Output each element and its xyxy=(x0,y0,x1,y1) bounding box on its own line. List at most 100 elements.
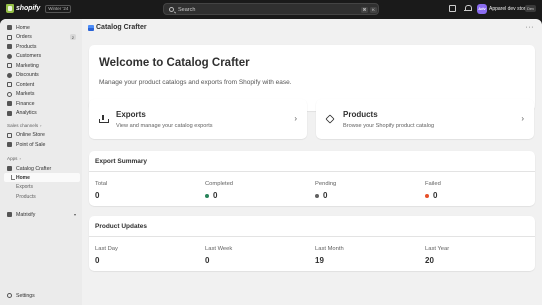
sidebar-item-label: Analytics xyxy=(16,110,37,116)
store-badge: Dev xyxy=(525,5,537,12)
sidebar-item-label: Products xyxy=(16,43,37,50)
sidebar-subitem-exports[interactable]: Exports xyxy=(16,183,33,191)
apps-header[interactable]: Apps › xyxy=(7,156,21,161)
stat-value: 0 xyxy=(323,191,328,200)
content-icon xyxy=(7,82,12,87)
store-avatar[interactable]: Adv xyxy=(477,4,487,14)
sidebar-item-discounts[interactable]: Discounts xyxy=(4,71,80,80)
sales-channels-header[interactable]: Sales channels › xyxy=(7,123,42,128)
bell-icon[interactable] xyxy=(464,5,472,12)
stat-value: 20 xyxy=(425,256,434,265)
sidebar-subitem-home[interactable]: Home xyxy=(11,174,30,182)
sidebar-item-label: Markets xyxy=(16,91,35,97)
top-bar: shopify Winter '24 Search ⌘ K Adv Appare… xyxy=(0,0,542,19)
store-name[interactable]: Apparel dev store xyxy=(489,6,528,12)
shortcut-cmd-key: ⌘ xyxy=(361,6,368,13)
sidebar-item-label: Catalog Crafter xyxy=(16,165,52,172)
stat-value-wrap: 0 xyxy=(425,191,441,200)
sidebar-item-matrixify[interactable]: Matrixify ▾ xyxy=(4,210,80,219)
store-icon xyxy=(7,132,12,138)
welcome-title: Welcome to Catalog Crafter xyxy=(99,57,250,69)
admin-shell: Home Orders 2 Products Customers Marketin… xyxy=(0,19,542,305)
globe-icon xyxy=(7,91,12,97)
sidebar-item-markets[interactable]: Markets xyxy=(4,90,80,99)
sidebar-item-label: Marketing xyxy=(16,62,39,69)
export-summary-title: Export Summary xyxy=(95,158,148,165)
status-dot-gray xyxy=(315,193,319,198)
stat-last-day: Last Day 0 xyxy=(95,246,118,265)
sidebar-item-settings[interactable]: Settings xyxy=(4,291,80,300)
logo-text: shopify xyxy=(16,5,41,12)
section-header: Product Updates xyxy=(89,216,535,237)
stat-last-month: Last Month 19 xyxy=(315,246,344,265)
chevron-right-icon: › xyxy=(40,123,42,128)
products-card-title: Products xyxy=(343,110,378,119)
product-updates-title: Product Updates xyxy=(95,223,148,230)
stat-value: 0 xyxy=(433,191,438,200)
stat-label: Last Day xyxy=(95,246,118,252)
sidebar-item-label: Matrixify xyxy=(16,211,36,218)
sidebar-item-label: Customers xyxy=(16,53,42,59)
stat-completed: Completed 0 xyxy=(205,181,233,200)
export-summary-card: Export Summary Total 0 Completed 0 Pendi… xyxy=(89,151,535,206)
orders-icon xyxy=(7,34,12,40)
stat-last-year: Last Year 20 xyxy=(425,246,449,265)
sidebar-item-home[interactable]: Home xyxy=(4,23,80,32)
sidebar-item-marketing[interactable]: Marketing xyxy=(4,61,80,70)
orders-count-badge: 2 xyxy=(69,34,76,40)
page-header: Catalog Crafter xyxy=(88,24,147,31)
sidebar-item-customers[interactable]: Customers xyxy=(4,52,80,61)
exports-card[interactable]: Exports View and manage your catalog exp… xyxy=(89,99,307,139)
sidebar-item-point-of-sale[interactable]: Point of Sale xyxy=(4,140,80,149)
stat-value: 0 xyxy=(95,256,100,265)
search-icon xyxy=(169,7,174,12)
stat-total: Total 0 xyxy=(95,181,107,200)
more-options-icon[interactable]: ··· xyxy=(526,24,535,31)
sidebar-item-analytics[interactable]: Analytics xyxy=(4,109,80,118)
search-bar[interactable]: Search ⌘ K xyxy=(163,3,379,15)
product-tag-icon xyxy=(325,114,335,124)
status-dot-green xyxy=(205,193,209,198)
home-icon xyxy=(7,25,12,30)
chevron-right-icon: › xyxy=(521,114,524,123)
product-updates-card: Product Updates Last Day 0 Last Week 0 L… xyxy=(89,216,535,271)
inbox-icon[interactable] xyxy=(449,5,456,12)
person-icon xyxy=(7,53,12,59)
stat-label: Last Week xyxy=(205,246,233,252)
sidebar-item-products[interactable]: Products xyxy=(4,42,80,51)
sidebar: Home Orders 2 Products Customers Marketin… xyxy=(0,19,82,305)
stat-value: 19 xyxy=(315,256,324,265)
pos-icon xyxy=(7,142,12,147)
chevron-right-icon: › xyxy=(294,114,297,123)
sidebar-item-label: Online Store xyxy=(16,132,45,138)
sidebar-item-finance[interactable]: Finance xyxy=(4,99,80,108)
sidebar-item-content[interactable]: Content xyxy=(4,80,80,89)
sidebar-item-label: Settings xyxy=(16,292,35,299)
section-label: Sales channels xyxy=(7,123,39,128)
sidebar-item-label: Content xyxy=(16,81,35,88)
products-card-description: Browse your Shopify product catalog xyxy=(343,123,435,129)
products-card[interactable]: Products Browse your Shopify product cat… xyxy=(316,99,534,139)
stat-value: 0 xyxy=(205,256,210,265)
download-icon xyxy=(99,115,109,123)
section-label: Apps xyxy=(7,156,18,161)
sidebar-item-catalog-crafter[interactable]: Catalog Crafter xyxy=(4,164,80,173)
exports-card-description: View and manage your catalog exports xyxy=(116,123,213,129)
sidebar-item-orders[interactable]: Orders 2 xyxy=(4,33,80,42)
sidebar-subitem-products[interactable]: Products xyxy=(16,193,36,201)
shopify-bag-icon xyxy=(6,4,14,13)
page-title: Catalog Crafter xyxy=(96,24,147,31)
sidebar-item-label: Finance xyxy=(16,100,35,107)
sidebar-item-online-store[interactable]: Online Store xyxy=(4,131,80,140)
main-content: Catalog Crafter ··· Welcome to Catalog C… xyxy=(82,19,542,305)
chevron-right-icon: › xyxy=(19,156,21,161)
discount-icon xyxy=(7,72,12,78)
shopify-logo[interactable]: shopify Winter '24 xyxy=(6,4,72,13)
exports-card-title: Exports xyxy=(116,110,146,119)
gear-icon xyxy=(7,293,12,298)
sidebar-item-label: Discounts xyxy=(16,72,39,78)
stat-label: Failed xyxy=(425,181,441,187)
stat-label: Last Month xyxy=(315,246,344,252)
sidebar-item-label: Home xyxy=(16,24,30,31)
tag-icon xyxy=(7,44,12,49)
